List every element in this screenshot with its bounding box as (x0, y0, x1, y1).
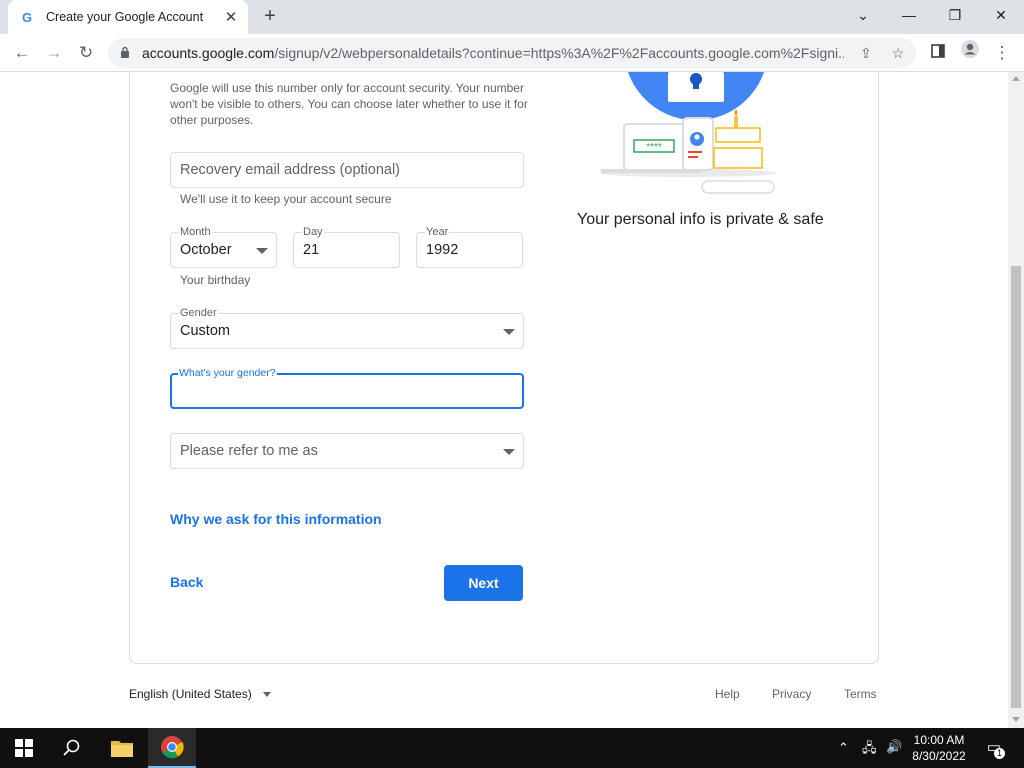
google-favicon-icon: G (22, 9, 33, 25)
restore-button[interactable]: ❐ (932, 0, 978, 30)
scroll-down-arrow-icon[interactable] (1012, 717, 1020, 722)
back-arrow-icon[interactable]: ← (8, 39, 36, 67)
recovery-email-hint: We'll use it to keep your account secure (180, 192, 392, 206)
year-input[interactable]: Year 1992 (416, 226, 523, 268)
year-value: 1992 (426, 242, 459, 258)
chevron-down-icon (503, 329, 515, 335)
pronoun-placeholder: Please refer to me as (180, 443, 318, 459)
scroll-up-arrow-icon[interactable] (1012, 76, 1020, 81)
month-value: October (180, 242, 232, 258)
profile-avatar-icon[interactable] (956, 39, 984, 67)
day-input[interactable]: Day 21 (293, 226, 400, 268)
why-we-ask-link[interactable]: Why we ask for this information (170, 511, 382, 527)
language-value: English (United States) (129, 687, 252, 701)
windows-taskbar: ⌃ 🖧 🔊 10:00 AM 8/30/2022 ▭ 1 (0, 728, 1024, 768)
tab-title: Create your Google Account (46, 10, 204, 24)
chrome-taskbar-icon[interactable] (148, 728, 196, 768)
day-value: 21 (303, 242, 320, 258)
bookmark-star-icon[interactable]: ☆ (888, 43, 908, 63)
page-scrollbar[interactable] (1008, 72, 1024, 728)
reload-icon[interactable]: ↻ (72, 39, 100, 67)
custom-gender-input[interactable]: What's your gender? (170, 367, 524, 409)
privacy-link[interactable]: Privacy (772, 687, 811, 701)
search-icon[interactable] (48, 728, 96, 768)
browser-toolbar: ← → ↻ accounts.google.com /signup/v2/web… (0, 34, 1024, 72)
volume-icon[interactable]: 🔊 (886, 739, 902, 755)
gender-label: Gender (179, 307, 218, 319)
back-button[interactable]: Back (170, 574, 203, 590)
close-tab-icon[interactable]: ✕ (218, 8, 244, 26)
clock-date: 8/30/2022 (912, 749, 966, 763)
phone-helper-text: Google will use this number only for acc… (170, 81, 528, 127)
clock[interactable]: 10:00 AM 8/30/2022 (906, 732, 972, 764)
custom-gender-label: What's your gender? (178, 367, 277, 379)
recovery-email-field[interactable]: Recovery email address (optional) (170, 152, 524, 188)
menu-kebab-icon[interactable]: ⋮ (988, 39, 1016, 67)
forward-arrow-icon[interactable]: → (40, 39, 68, 67)
notification-count-badge: 1 (994, 748, 1005, 759)
side-panel-icon[interactable] (924, 39, 952, 67)
pronoun-select[interactable]: Please refer to me as (170, 433, 524, 469)
share-icon[interactable]: ⇪ (856, 43, 876, 63)
svg-text:****: **** (646, 142, 662, 153)
month-select[interactable]: Month October (170, 226, 277, 268)
url-path: /signup/v2/webpersonaldetails?continue=h… (274, 45, 845, 61)
chevron-down-icon (503, 449, 515, 455)
next-button[interactable]: Next (444, 565, 523, 601)
clock-time: 10:00 AM (913, 733, 965, 747)
address-bar[interactable]: accounts.google.com /signup/v2/webperson… (108, 38, 916, 68)
year-label: Year (425, 226, 450, 238)
lock-icon[interactable] (120, 46, 136, 61)
gender-value: Custom (180, 323, 230, 339)
minimize-button[interactable]: — (886, 0, 932, 30)
file-explorer-icon[interactable] (98, 728, 146, 768)
day-label: Day (302, 226, 324, 238)
new-tab-button[interactable]: + (258, 4, 282, 28)
privacy-caption: Your personal info is private & safe (577, 211, 824, 228)
gender-select[interactable]: Gender Custom (170, 307, 524, 349)
month-label: Month (179, 226, 212, 238)
browser-tab-strip: G Create your Google Account ✕ + ⌄ — ❐ ✕ (0, 0, 1024, 34)
network-icon[interactable]: 🖧 (862, 739, 877, 761)
show-hidden-icons-icon[interactable]: ⌃ (838, 740, 849, 756)
help-link[interactable]: Help (715, 687, 740, 701)
tab-search-icon[interactable]: ⌄ (840, 0, 886, 30)
windows-start-icon[interactable] (0, 728, 48, 768)
terms-link[interactable]: Terms (844, 687, 877, 701)
chevron-down-icon (263, 692, 272, 698)
language-selector[interactable]: English (United States) (129, 687, 272, 701)
notifications-icon[interactable]: ▭ 1 (982, 738, 1006, 759)
page-viewport: Google will use this number only for acc… (0, 72, 1008, 728)
privacy-illustration: **** (596, 72, 780, 197)
scroll-thumb[interactable] (1011, 266, 1021, 708)
close-window-button[interactable]: ✕ (978, 0, 1024, 30)
url-host: accounts.google.com (142, 45, 275, 61)
recovery-email-placeholder: Recovery email address (optional) (180, 162, 401, 178)
password-mask: **** (646, 142, 662, 153)
tab-create-account[interactable]: G Create your Google Account ✕ (8, 0, 248, 34)
birthday-hint: Your birthday (180, 273, 251, 287)
chevron-down-icon (256, 248, 268, 254)
